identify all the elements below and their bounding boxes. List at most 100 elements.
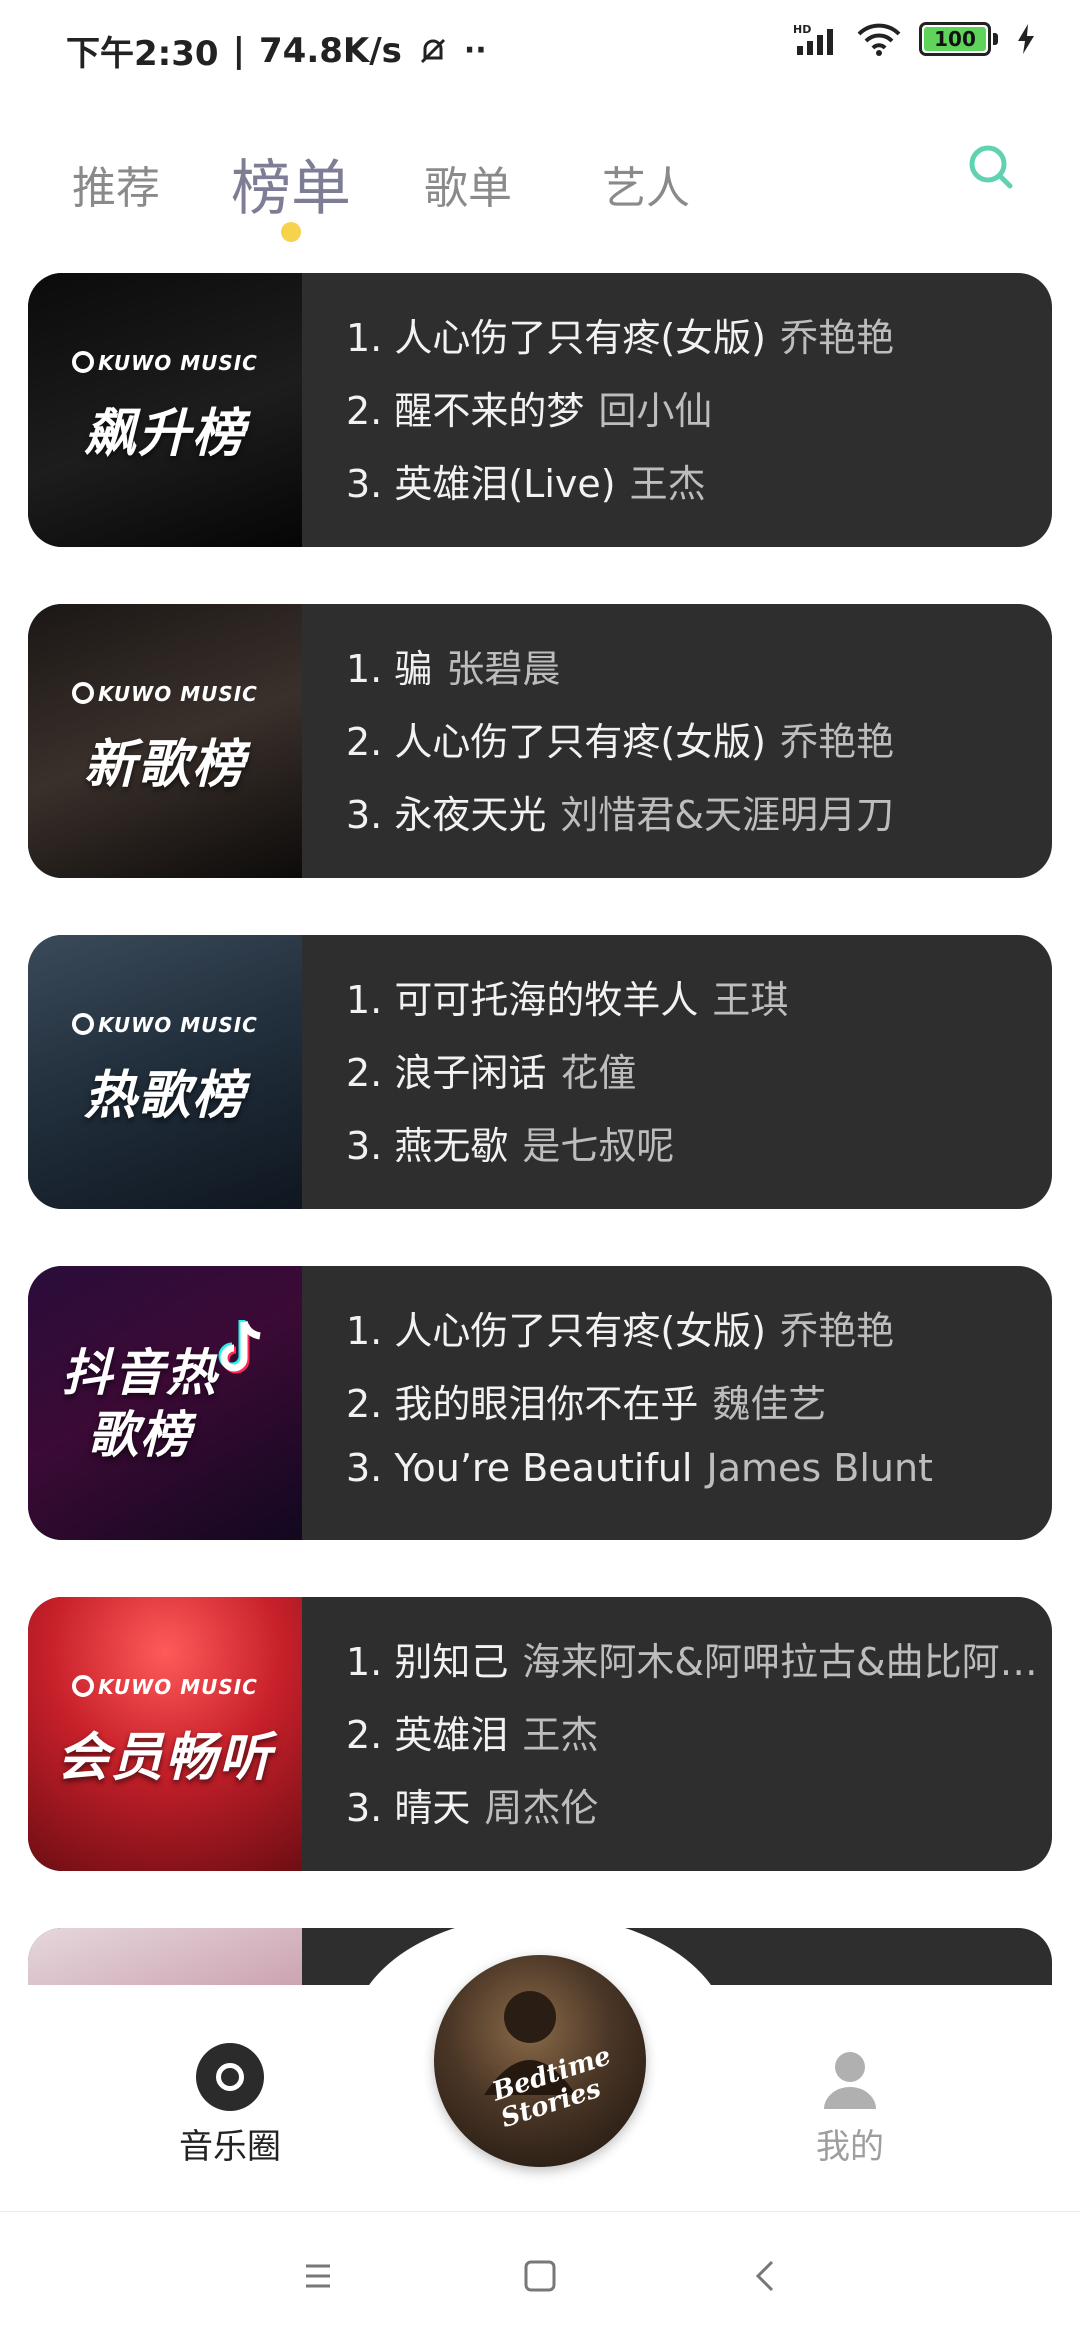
status-right: HD 100 <box>793 22 1036 56</box>
chart-cover[interactable]: KUWO MUSIC 会员畅听 <box>28 1597 302 1871</box>
song-row[interactable]: 2. 醒不来的梦 回小仙 <box>346 380 1052 453</box>
song-title: 浪子闲话 <box>394 1051 547 1095</box>
tab-charts[interactable]: 榜单 <box>231 140 351 227</box>
song-row[interactable]: 2. 人心伤了只有疼(女版) 乔艳艳 <box>346 711 1052 784</box>
status-separator: | <box>232 30 245 71</box>
song-artist: James Blunt <box>706 1446 933 1490</box>
song-preview-list: 1. 人心伤了只有疼(女版) 乔艳艳 2. 我的眼泪你不在乎 魏佳艺 3. You’… <box>346 1300 1052 1519</box>
chart-cover[interactable]: 抖音热歌榜 <box>28 1266 302 1540</box>
tab-artists[interactable]: 艺人 <box>602 152 690 216</box>
status-left: 下午2:30 | 74.8K/s ·· <box>66 26 487 75</box>
song-row[interactable]: 3. 英雄泪(Live) 王杰 <box>346 453 1052 526</box>
status-net-speed: 74.8K/s <box>259 30 402 71</box>
song-title: 人心伤了只有疼(女版) <box>394 316 767 360</box>
kuwo-logo-icon <box>72 351 95 373</box>
song-row[interactable]: 2. 我的眼泪你不在乎 魏佳艺 <box>346 1373 1052 1446</box>
song-title: 永夜天光 <box>394 793 547 837</box>
song-artist: 乔艳艳 <box>780 1309 895 1353</box>
status-bar: 下午2:30 | 74.8K/s ·· HD 100 <box>0 0 1080 100</box>
song-row[interactable]: 1. 可可托海的牧羊人 王琪 <box>346 969 1052 1042</box>
song-preview-list: 1. 别知己 海来阿木&阿呷拉古&曲比阿… 2. 英雄泪 王杰 3. 晴天 周杰伦 <box>346 1631 1052 1850</box>
song-title: 燕无歇 <box>394 1124 509 1168</box>
song-preview-list: 1. 可可托海的牧羊人 王琪 2. 浪子闲话 花僮 3. 燕无歇 是七叔呢 <box>346 969 1052 1188</box>
song-row[interactable]: 3. You’re Beautiful James Blunt <box>346 1446 1052 1519</box>
home-icon[interactable] <box>516 2252 564 2300</box>
song-row[interactable]: 1. 人心伤了只有疼(女版) 乔艳艳 <box>346 307 1052 380</box>
song-row[interactable]: 2. 英雄泪 王杰 <box>346 1704 1052 1777</box>
cover-brand: KUWO MUSIC <box>98 682 258 706</box>
song-title: 人心伤了只有疼(女版) <box>394 1309 767 1353</box>
song-title: 人心伤了只有疼(女版) <box>394 720 767 764</box>
nav-mine[interactable]: 我的 <box>790 2043 910 2168</box>
song-preview-list: 1. 骗张碧晨 2. 人心伤了只有疼(女版) 乔艳艳 3. 永夜天光 刘惜君&天涯明… <box>346 638 1052 857</box>
chart-cover[interactable]: KUWO MUSIC 飙升榜 <box>28 273 302 547</box>
wifi-icon <box>857 23 901 56</box>
chart-cover[interactable]: KUWO MUSIC 新歌榜 <box>28 604 302 878</box>
system-nav-bar <box>0 2211 1080 2341</box>
search-icon[interactable] <box>964 140 1020 196</box>
song-title: 英雄泪 <box>394 1713 509 1757</box>
song-title: 晴天 <box>394 1786 471 1830</box>
charging-icon <box>1018 24 1034 54</box>
song-artist: 周杰伦 <box>484 1786 599 1830</box>
cover-brand: KUWO MUSIC <box>98 1675 258 1699</box>
more-notifications-icon: ·· <box>463 33 487 68</box>
song-title: You’re Beautiful <box>394 1446 693 1490</box>
now-playing-disc[interactable]: Bedtime Stories <box>434 1955 646 2167</box>
song-title: 我的眼泪你不在乎 <box>394 1382 699 1426</box>
song-artist: 魏佳艺 <box>712 1382 827 1426</box>
song-artist: 刘惜君&天涯明月刀 <box>560 793 895 837</box>
chart-card[interactable]: 抖音热歌榜 1. 人心伤了只有疼(女版) 乔艳艳 2. 我的眼泪你不在乎 魏佳艺 3… <box>28 1266 1052 1540</box>
song-row[interactable]: 3. 燕无歇 是七叔呢 <box>346 1115 1052 1188</box>
cover-label: 会员畅听 <box>56 1728 273 1788</box>
status-time: 下午2:30 <box>66 34 219 74</box>
song-artist: 是七叔呢 <box>522 1124 675 1168</box>
mute-icon <box>420 38 445 63</box>
chart-card[interactable]: KUWO MUSIC 会员畅听 1. 别知己 海来阿木&阿呷拉古&曲比阿… 2. … <box>28 1597 1052 1871</box>
kuwo-logo-icon <box>72 682 95 704</box>
song-row[interactable]: 3. 晴天 周杰伦 <box>346 1777 1052 1850</box>
song-row[interactable]: 1. 骗张碧晨 <box>346 638 1052 711</box>
song-artist: 回小仙 <box>598 389 713 433</box>
cover-label: 热歌榜 <box>83 1066 246 1126</box>
song-artist: 王琪 <box>712 978 789 1022</box>
back-icon[interactable] <box>742 2252 790 2300</box>
song-artist: 王杰 <box>629 462 706 506</box>
kuwo-logo-icon <box>72 1675 95 1697</box>
song-preview-list: 1. 人心伤了只有疼(女版) 乔艳艳 2. 醒不来的梦 回小仙 3. 英雄泪(Liv… <box>346 307 1052 526</box>
active-tab-indicator <box>281 222 301 242</box>
song-title: 别知己 <box>394 1640 509 1684</box>
kuwo-logo-icon <box>72 1013 95 1035</box>
song-row[interactable]: 1. 人心伤了只有疼(女版) 乔艳艳 <box>346 1300 1052 1373</box>
chart-card[interactable]: KUWO MUSIC 新歌榜 1. 骗张碧晨 2. 人心伤了只有疼(女版) 乔艳艳… <box>28 604 1052 878</box>
chart-card[interactable]: KUWO MUSIC 热歌榜 1. 可可托海的牧羊人 王琪 2. 浪子闲话 花僮 3… <box>28 935 1052 1209</box>
song-row[interactable]: 2. 浪子闲话 花僮 <box>346 1042 1052 1115</box>
cover-label: 飙升榜 <box>83 404 246 464</box>
signal-icon: HD <box>793 23 833 55</box>
chart-card[interactable]: KUWO MUSIC 飙升榜 1. 人心伤了只有疼(女版) 乔艳艳 2. 醒不来的… <box>28 273 1052 547</box>
tab-playlists[interactable]: 歌单 <box>424 152 512 216</box>
music-circle-icon <box>196 2043 264 2111</box>
cover-brand: KUWO MUSIC <box>98 351 258 375</box>
song-artist: 花僮 <box>560 1051 637 1095</box>
tab-recommend[interactable]: 推荐 <box>72 152 160 216</box>
battery-text: 100 <box>934 27 976 51</box>
song-artist: 王杰 <box>522 1713 599 1757</box>
menu-icon[interactable] <box>294 2252 342 2300</box>
song-title: 醒不来的梦 <box>394 389 585 433</box>
nav-music-circle-label: 音乐圈 <box>179 2127 281 2167</box>
song-title: 骗 <box>394 647 433 691</box>
nav-mine-label: 我的 <box>816 2127 884 2167</box>
battery-indicator: 100 <box>919 22 998 56</box>
cover-label: 新歌榜 <box>83 735 246 795</box>
song-row[interactable]: 1. 别知己 海来阿木&阿呷拉古&曲比阿… <box>346 1631 1052 1704</box>
song-title: 可可托海的牧羊人 <box>394 978 699 1022</box>
song-artist: 海来阿木&阿呷拉古&曲比阿… <box>522 1640 1038 1684</box>
cover-brand: KUWO MUSIC <box>98 1013 258 1037</box>
nav-music-circle[interactable]: 音乐圈 <box>160 2043 300 2168</box>
song-row[interactable]: 3. 永夜天光 刘惜君&天涯明月刀 <box>346 784 1052 857</box>
song-title: 英雄泪(Live) <box>394 462 616 506</box>
profile-icon <box>824 2052 876 2109</box>
chart-cover[interactable]: KUWO MUSIC 热歌榜 <box>28 935 302 1209</box>
song-artist: 乔艳艳 <box>780 316 895 360</box>
